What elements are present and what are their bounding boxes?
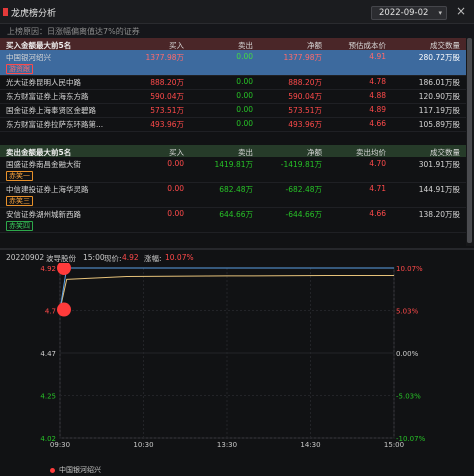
cell-price: 4.78 (369, 77, 386, 86)
y-right-tick: 0.00% (396, 350, 419, 358)
trader-badge: 赤笑一 (6, 171, 33, 181)
cell-price: 4.66 (369, 119, 386, 128)
cell-vol: 120.90万股 (418, 92, 460, 101)
cell-sell: 0.00 (236, 77, 253, 86)
x-tick: 14:30 (300, 441, 320, 449)
y-left-tick: 4.25 (40, 393, 56, 401)
cell-sell: 0.00 (236, 119, 253, 128)
chart-date: 20220902 (6, 253, 45, 262)
buy_table-row[interactable]: 光大证券昆明人民中路 888.20万 0.00 888.20万 4.78 186.01万股 (0, 75, 466, 89)
broker-name: 中信建投证券上海华灵路 (6, 185, 89, 194)
trade-marker[interactable] (57, 302, 71, 317)
cell-net: -1419.81万 (280, 160, 322, 169)
trader-badge: 游资跟 (6, 64, 33, 74)
x-tick: 13:30 (217, 441, 237, 449)
window-title: 龙虎榜分析 (11, 9, 57, 19)
cell-net: 493.96万 (288, 120, 322, 129)
cell-sell: 0.00 (236, 91, 253, 100)
broker-name: 东方财富证券拉萨东环路第... (6, 120, 104, 129)
cell-net: -682.48万 (285, 185, 322, 194)
chart-legend: 中国银河绍兴 (50, 465, 101, 475)
buy_table-row[interactable]: 东方财富证券拉萨东环路第... 493.96万 0.00 493.96万 4.66 105… (0, 117, 466, 131)
cell-price: 4.71 (369, 184, 386, 193)
chart-change: 10.07% (165, 253, 194, 262)
x-tick: 15:00 (384, 441, 404, 449)
buy_table-row[interactable]: 中国银河绍兴 1377.98万 0.00 1377.98万 4.91 280.72万股游资… (0, 50, 466, 75)
cell-vol: 301.91万股 (418, 160, 460, 169)
cell-vol: 144.91万股 (418, 185, 460, 194)
cell-price: 4.70 (369, 159, 386, 168)
sell_table-row[interactable]: 国盛证券南昌金融大街 0.00 1419.81万 -1419.81万 4.70 301.9… (0, 157, 466, 182)
cell-vol: 138.20万股 (418, 210, 460, 219)
broker-name: 东方财富证券上海东方路 (6, 92, 89, 101)
sell_table-row[interactable]: 中信建投证券上海华灵路 0.00 682.48万 -682.48万 4.71 144.91… (0, 182, 466, 207)
cell-sell: 644.66万 (219, 210, 253, 219)
chart-header: 20220902 波导股份 15:00 现价: 4.92 涨幅: 10.07% (0, 251, 474, 263)
y-right-tick: 5.03% (396, 308, 419, 316)
y-right-tick: 10.07% (396, 265, 423, 273)
intraday-chart[interactable]: 4.92 10.07%4.7 5.03%4.47 0.00%4.25 -5.03%4.0… (0, 263, 474, 476)
cell-price: 4.91 (369, 52, 386, 61)
cell-vol: 186.01万股 (418, 78, 460, 87)
cell-net: 888.20万 (288, 78, 322, 87)
broker-name: 国金证券上海奉贤区金碧路 (6, 106, 96, 115)
cell-net: 590.04万 (288, 92, 322, 101)
date-select[interactable]: 2022-09-02 ▾ (371, 6, 447, 20)
cell-buy: 0.00 (167, 209, 184, 218)
cell-buy: 888.20万 (150, 78, 184, 87)
cell-buy: 0.00 (167, 159, 184, 168)
trader-badge: 赤笑三 (6, 196, 33, 206)
cell-vol: 117.19万股 (418, 106, 460, 115)
listing-reason-text: 上榜原因：日涨幅偏离值达7%的证券 (7, 27, 140, 36)
cell-net: 573.51万 (288, 106, 322, 115)
cell-sell: 1419.81万 (214, 160, 253, 169)
buy_table-header: 买入金额最大前5名 买入 卖出 净额 预估成本价 成交数量 (0, 38, 466, 50)
title-marker-icon (3, 8, 8, 16)
broker-name: 安信证券湖州城新西路 (6, 210, 81, 219)
cell-net: 1377.98万 (283, 53, 322, 62)
listing-reason: 上榜原因：日涨幅偏离值达7%的证券 (0, 24, 474, 38)
cell-sell: 682.48万 (219, 185, 253, 194)
trade-marker[interactable] (57, 263, 71, 275)
cell-price: 4.66 (369, 209, 386, 218)
cell-price: 4.88 (369, 91, 386, 100)
cell-sell: 0.00 (236, 52, 253, 61)
cell-buy: 590.04万 (150, 92, 184, 101)
sell_table-row[interactable]: 安信证券湖州城新西路 0.00 644.66万 -644.66万 4.66 138.20万… (0, 207, 466, 232)
x-tick: 10:30 (133, 441, 153, 449)
broker-name: 国盛证券南昌金融大街 (6, 160, 81, 169)
cell-price: 4.89 (369, 105, 386, 114)
cell-buy: 1377.98万 (145, 53, 184, 62)
cell-buy: 0.00 (167, 184, 184, 193)
legend-marker-icon (50, 467, 55, 473)
buy_table-row[interactable]: 东方财富证券上海东方路 590.04万 0.00 590.04万 4.88 120.90万… (0, 89, 466, 103)
panel-divider[interactable] (0, 248, 474, 250)
cell-buy: 493.96万 (150, 120, 184, 129)
y-right-tick: -5.03% (396, 393, 421, 401)
cell-sell: 0.00 (236, 105, 253, 114)
sell_table-header: 卖出金额最大前5名 买入 卖出 净额 卖出均价 成交数量 (0, 145, 466, 157)
broker-name: 光大证券昆明人民中路 (6, 78, 81, 87)
scrollbar-thumb[interactable] (467, 38, 472, 243)
close-icon[interactable]: × (456, 4, 466, 18)
y-left-tick: 4.92 (40, 265, 56, 273)
chart-time: 15:00 (83, 253, 105, 262)
buy_table-row[interactable]: 国金证券上海奉贤区金碧路 573.51万 0.00 573.51万 4.89 117.19… (0, 103, 466, 117)
cell-net: -644.66万 (285, 210, 322, 219)
row-divider (0, 131, 466, 132)
cell-buy: 573.51万 (150, 106, 184, 115)
date-select-value: 2022-09-02 (379, 8, 429, 18)
broker-name: 中国银河绍兴 (6, 53, 51, 62)
cell-vol: 105.89万股 (418, 120, 460, 129)
x-tick: 09:30 (50, 441, 70, 449)
cell-vol: 280.72万股 (418, 53, 460, 62)
trader-badge: 赤笑四 (6, 221, 33, 231)
legend-label: 中国银河绍兴 (59, 466, 101, 474)
title-bar: 龙虎榜分析 2022-09-02 ▾ × (0, 0, 474, 24)
chart-price: 4.92 (122, 253, 139, 262)
y-left-tick: 4.47 (40, 350, 56, 358)
chevron-down-icon: ▾ (438, 9, 442, 17)
y-left-tick: 4.7 (45, 308, 56, 316)
row-divider (0, 232, 466, 233)
